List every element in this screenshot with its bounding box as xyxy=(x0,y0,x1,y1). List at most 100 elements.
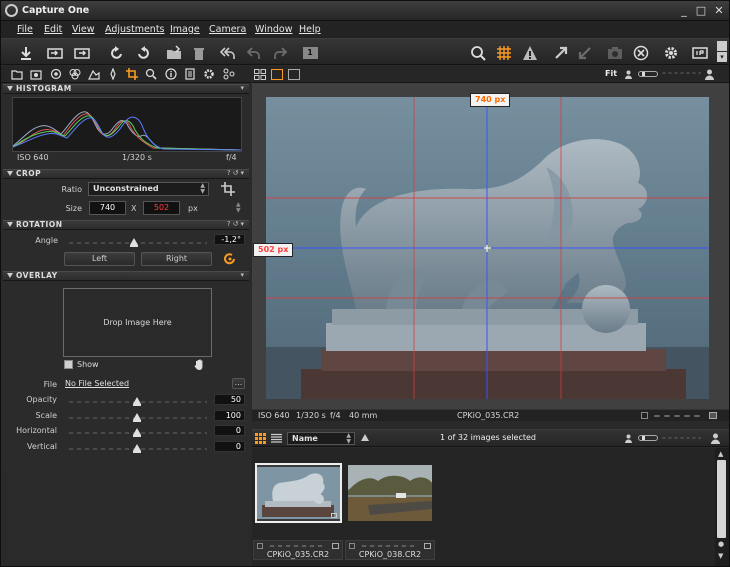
capture-tab-icon[interactable] xyxy=(28,67,43,81)
capture-icon[interactable] xyxy=(45,43,65,62)
menu-image[interactable]: Image xyxy=(170,24,200,35)
undo-all-icon[interactable] xyxy=(218,43,238,62)
vertical-value[interactable]: 0 xyxy=(214,441,245,452)
output-icon[interactable] xyxy=(182,67,197,81)
loupe-icon[interactable] xyxy=(468,43,488,62)
overlay-file-link[interactable]: No File Selected xyxy=(65,379,129,388)
scale-slider[interactable] xyxy=(67,413,207,423)
collapse-arrow-icon[interactable] xyxy=(7,273,13,278)
single-view-icon[interactable] xyxy=(271,69,283,80)
thumbnail-size-slider[interactable] xyxy=(638,435,658,441)
panel-actions-icon[interactable]: ?↺▾ xyxy=(227,169,246,177)
horizontal-slider-thumb[interactable] xyxy=(133,428,141,437)
minimize-button[interactable]: _ xyxy=(676,4,692,18)
size-unit-label[interactable]: px xyxy=(188,204,198,213)
opacity-value[interactable]: 50 xyxy=(214,394,245,405)
undo-icon[interactable] xyxy=(244,43,264,62)
color-tag-icon[interactable] xyxy=(332,543,339,549)
menu-edit[interactable]: Edit xyxy=(44,24,62,35)
export-icon[interactable] xyxy=(72,43,92,62)
preferences-icon[interactable] xyxy=(690,43,710,62)
rotate-right-icon[interactable] xyxy=(133,43,153,62)
panel-actions-icon[interactable]: ?↺▾ xyxy=(227,220,246,228)
panel-menu-icon[interactable]: ▾ xyxy=(240,271,246,279)
rotate-left-icon[interactable] xyxy=(107,43,127,62)
single-view-icon[interactable]: 1 xyxy=(300,43,320,62)
thumbnail-card[interactable] xyxy=(255,463,342,523)
thumbnail-view-icon[interactable] xyxy=(255,433,266,444)
menu-help[interactable]: Help xyxy=(299,24,321,35)
rating-dots[interactable] xyxy=(360,545,416,547)
lens-icon[interactable] xyxy=(48,67,63,81)
zoom-in-icon[interactable] xyxy=(704,69,715,80)
scale-slider-thumb[interactable] xyxy=(133,413,141,422)
opacity-slider-thumb[interactable] xyxy=(133,397,141,406)
thumbnail-card[interactable] xyxy=(348,465,432,521)
zoom-out-icon[interactable] xyxy=(624,70,633,79)
settings-icon[interactable] xyxy=(661,43,681,62)
browser-scrollbar[interactable]: ▲ ● ▼ xyxy=(715,448,729,566)
collapse-arrow-icon[interactable] xyxy=(7,171,13,176)
ratio-dropdown[interactable]: Unconstrained ▲ ▼ xyxy=(88,182,209,196)
zoom-fit-label[interactable]: Fit xyxy=(605,69,617,78)
collapse-arrow-icon[interactable] xyxy=(7,86,13,91)
scroll-up-icon[interactable]: ▲ xyxy=(718,450,723,458)
menu-adjustments[interactable]: Adjustments xyxy=(105,24,165,35)
rotate-right-button[interactable]: Right xyxy=(141,252,212,266)
reject-icon[interactable] xyxy=(257,543,263,549)
overlay-header[interactable]: OVERLAY ▾ xyxy=(3,271,249,281)
trash-icon[interactable] xyxy=(189,43,209,62)
rating-dots[interactable] xyxy=(268,545,324,547)
focus-icon[interactable] xyxy=(143,67,158,81)
show-checkbox[interactable] xyxy=(64,360,73,369)
redo-icon[interactable] xyxy=(270,43,290,62)
lion-statue-photo[interactable] xyxy=(266,97,709,399)
opacity-slider[interactable] xyxy=(67,397,207,407)
exposure-icon[interactable] xyxy=(86,67,101,81)
exposure-warning-icon[interactable] xyxy=(520,43,540,62)
import-icon[interactable] xyxy=(16,43,36,62)
apply-adjustments-icon[interactable] xyxy=(575,43,595,62)
settings-tab-icon[interactable] xyxy=(201,67,216,81)
thumbnail-caption[interactable]: CPKiO_038.CR2 xyxy=(345,540,435,560)
hand-tool-icon[interactable] xyxy=(193,358,207,371)
thumb-size-large-icon[interactable] xyxy=(710,433,721,444)
sort-dropdown[interactable]: Name ▲ ▼ xyxy=(287,432,355,445)
grid-overlay-icon[interactable] xyxy=(494,43,514,62)
multi-view-icon[interactable] xyxy=(254,69,266,80)
reset-icon[interactable] xyxy=(631,43,651,62)
scale-value[interactable]: 100 xyxy=(214,410,245,421)
close-button[interactable]: ✕ xyxy=(711,4,727,18)
camera-icon[interactable] xyxy=(605,43,625,62)
horizontal-value[interactable]: 0 xyxy=(214,425,245,436)
reject-icon[interactable] xyxy=(349,543,355,549)
menu-file[interactable]: File xyxy=(17,24,33,35)
panel-menu-icon[interactable]: ▾ xyxy=(240,84,246,92)
menu-window[interactable]: Window xyxy=(255,24,292,35)
horizontal-slider[interactable] xyxy=(67,428,207,438)
menu-camera[interactable]: Camera xyxy=(209,24,246,35)
crop-tool-icon[interactable] xyxy=(221,182,237,196)
zoom-slider[interactable] xyxy=(638,71,658,77)
vertical-slider[interactable] xyxy=(67,444,207,454)
batch-icon[interactable] xyxy=(221,67,236,81)
rating-dots[interactable] xyxy=(652,415,702,417)
color-tag-icon[interactable] xyxy=(709,412,717,419)
image-viewer[interactable]: 740 px 502 px xyxy=(252,83,729,409)
crop-tab-icon[interactable] xyxy=(124,67,139,81)
unit-spin-icon[interactable]: ▲ ▼ xyxy=(236,202,241,214)
angle-value[interactable]: -1,2° xyxy=(214,234,245,245)
angle-slider-thumb[interactable] xyxy=(130,238,138,247)
histogram-header[interactable]: HISTOGRAM ▾ xyxy=(3,84,249,94)
overlay-drop-zone[interactable]: Drop Image Here xyxy=(63,288,212,357)
details-icon[interactable] xyxy=(105,67,120,81)
thumbnail-caption[interactable]: CPKiO_035.CR2 xyxy=(253,540,343,560)
metadata-icon[interactable] xyxy=(163,67,178,81)
color-icon[interactable] xyxy=(67,67,82,81)
list-view-icon[interactable] xyxy=(271,433,282,444)
rating-reject-icon[interactable] xyxy=(641,412,648,419)
thumb-size-small-icon[interactable] xyxy=(624,434,633,443)
sort-direction-icon[interactable] xyxy=(361,434,369,441)
compare-view-icon[interactable] xyxy=(288,69,300,80)
scroll-dot-icon[interactable]: ● xyxy=(718,540,724,548)
